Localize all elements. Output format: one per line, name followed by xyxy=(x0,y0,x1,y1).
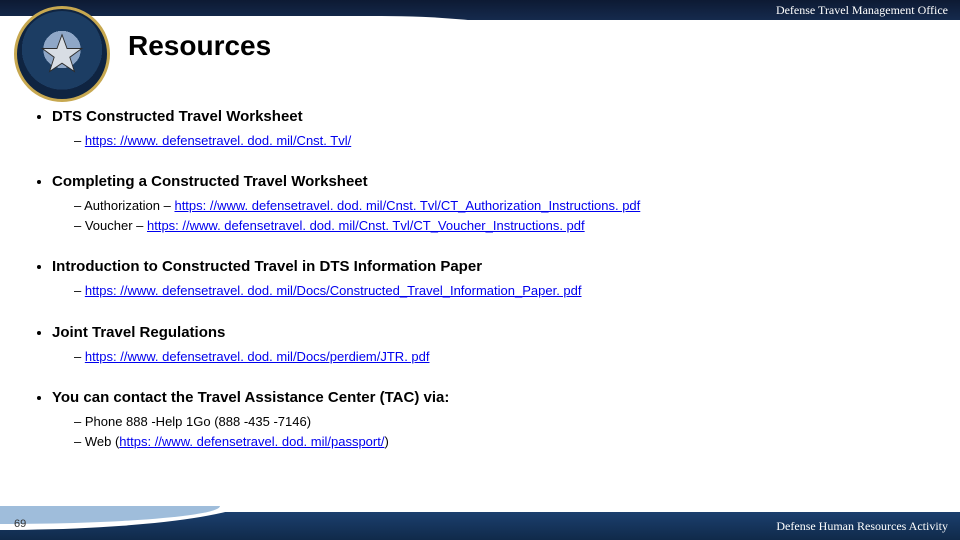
dod-seal-icon xyxy=(14,6,110,102)
resources-list: DTS Constructed Travel Worksheet https: … xyxy=(28,108,932,452)
item-heading: DTS Constructed Travel Worksheet xyxy=(52,108,303,125)
sub-prefix: Voucher – xyxy=(85,218,147,233)
sub-item: Authorization – https: //www. defensetra… xyxy=(74,196,932,216)
page-title: Resources xyxy=(128,30,271,62)
footer-org-label: Defense Human Resources Activity xyxy=(776,519,948,534)
sub-list: Phone 888 -Help 1Go (888 -435 -7146) Web… xyxy=(52,412,932,452)
top-bar: Defense Travel Management Office xyxy=(0,0,960,20)
item-heading: Joint Travel Regulations xyxy=(52,324,225,341)
resource-link[interactable]: https: //www. defensetravel. dod. mil/Cn… xyxy=(85,133,351,148)
sub-item: https: //www. defensetravel. dod. mil/Do… xyxy=(74,281,932,301)
resource-link[interactable]: https: //www. defensetravel. dod. mil/Do… xyxy=(85,349,430,364)
sub-list: https: //www. defensetravel. dod. mil/Cn… xyxy=(52,131,932,151)
item-heading: You can contact the Travel Assistance Ce… xyxy=(52,389,449,406)
top-org-label: Defense Travel Management Office xyxy=(776,3,948,17)
resource-link[interactable]: https: //www. defensetravel. dod. mil/Cn… xyxy=(147,218,585,233)
sub-suffix: ) xyxy=(384,434,388,449)
item-heading: Completing a Constructed Travel Workshee… xyxy=(52,173,368,190)
sub-prefix: Web ( xyxy=(85,434,119,449)
sub-prefix: Authorization – xyxy=(84,198,174,213)
resource-link[interactable]: https: //www. defensetravel. dod. mil/pa… xyxy=(119,434,384,449)
list-item: Introduction to Constructed Travel in DT… xyxy=(52,258,932,301)
list-item: Completing a Constructed Travel Workshee… xyxy=(52,173,932,236)
item-heading: Introduction to Constructed Travel in DT… xyxy=(52,258,482,275)
sub-item: Phone 888 -Help 1Go (888 -435 -7146) xyxy=(74,412,932,432)
page-number: 69 xyxy=(14,518,26,530)
sub-list: https: //www. defensetravel. dod. mil/Do… xyxy=(52,347,932,367)
resource-link[interactable]: https: //www. defensetravel. dod. mil/Do… xyxy=(85,283,582,298)
resource-link[interactable]: https: //www. defensetravel. dod. mil/Cn… xyxy=(174,198,640,213)
sub-list: https: //www. defensetravel. dod. mil/Do… xyxy=(52,281,932,301)
sub-item: Web (https: //www. defensetravel. dod. m… xyxy=(74,432,932,452)
list-item: You can contact the Travel Assistance Ce… xyxy=(52,389,932,452)
sub-item: Voucher – https: //www. defensetravel. d… xyxy=(74,216,932,236)
sub-item: https: //www. defensetravel. dod. mil/Do… xyxy=(74,347,932,367)
sub-item: https: //www. defensetravel. dod. mil/Cn… xyxy=(74,131,932,151)
sub-prefix: Phone 888 -Help 1Go (888 -435 -7146) xyxy=(85,414,311,429)
list-item: Joint Travel Regulations https: //www. d… xyxy=(52,324,932,367)
sub-list: Authorization – https: //www. defensetra… xyxy=(52,196,932,236)
content-area: DTS Constructed Travel Worksheet https: … xyxy=(28,108,932,474)
list-item: DTS Constructed Travel Worksheet https: … xyxy=(52,108,932,151)
